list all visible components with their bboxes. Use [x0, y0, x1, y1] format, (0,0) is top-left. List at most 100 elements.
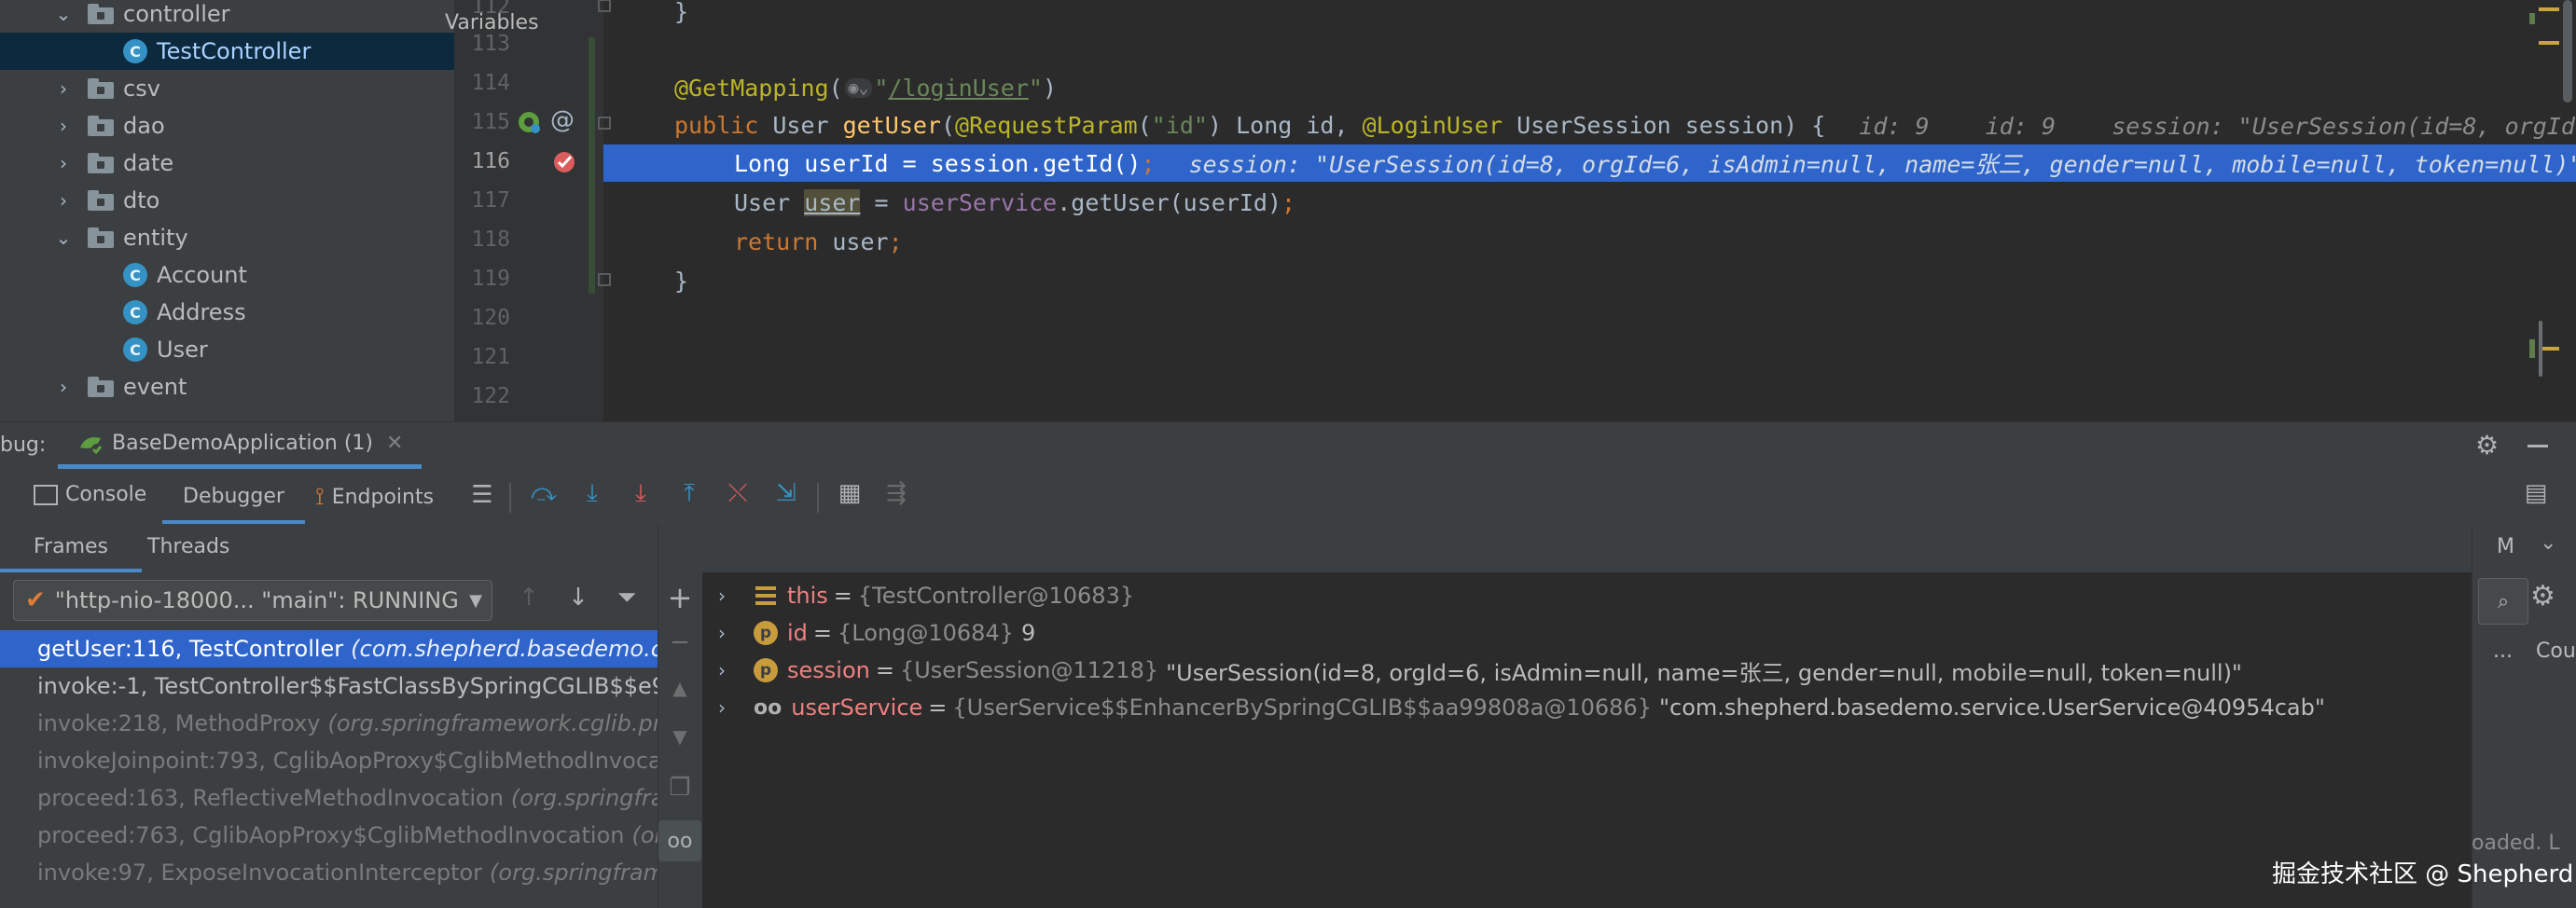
copy-icon[interactable]: ❐ [664, 774, 696, 802]
arrow-up-icon[interactable]: ↑ [515, 584, 543, 612]
code-line-116[interactable]: Long userId = session.getId(); session: "… [734, 144, 2576, 182]
url-link[interactable]: /loginUser [888, 75, 1029, 102]
code-line-115[interactable]: public User getUser(@RequestParam("id") … [674, 106, 2576, 144]
frame-row[interactable]: invokeJoinpoint:793, CglibAopProxy$Cglib… [0, 742, 658, 779]
editor-scrollbar[interactable] [2563, 0, 2572, 103]
chevron-right-icon[interactable]: › [718, 659, 737, 681]
minimize-icon[interactable] [2528, 445, 2548, 447]
tree-item-dao[interactable]: › dao [0, 107, 454, 144]
tree-item-label: controller [123, 1, 230, 27]
run-to-cursor-icon[interactable]: ⇲ [772, 479, 800, 507]
tab-console[interactable]: Console [34, 483, 146, 506]
tree-item-csv[interactable]: › csv [0, 70, 454, 107]
inline-debug-values: session: "UserSession(id=8, orgId=6, isA… [1188, 151, 2576, 178]
chevron-right-icon[interactable]: › [52, 376, 75, 398]
glasses-icon[interactable]: oo [658, 820, 701, 861]
thread-selector-value: "http-nio-18000... "main": RUNNING [54, 587, 459, 613]
inline-debug-values: id: 9 id: 9 session: "UserSession(id=8, … [1859, 113, 2576, 140]
tree-item-entity[interactable]: ⌄ entity [0, 219, 454, 256]
tree-item-controller[interactable]: ⌄ controller [0, 0, 454, 33]
tree-item-account[interactable]: C Account [0, 256, 454, 294]
code-token: ; [1281, 188, 1296, 216]
count-column-header[interactable]: Coun [2536, 640, 2576, 663]
fold-icon[interactable] [597, 116, 614, 132]
chevron-down-icon[interactable]: ⌄ [2540, 531, 2556, 555]
variable-row[interactable]: › p session = {UserSession@11218} "UserS… [718, 652, 2242, 689]
tab-endpoints[interactable]: ⟟ Endpoints [315, 483, 434, 512]
code-line-114[interactable]: @GetMapping(◉⌄ "/loginUser") [674, 69, 1057, 106]
evaluate-expression-icon[interactable]: ▦ [836, 479, 864, 507]
chevron-down-icon[interactable]: ⌄ [52, 3, 75, 25]
tab-debugger[interactable]: Debugger [162, 472, 305, 524]
code-token: .getUser(userId) [1057, 188, 1282, 216]
step-over-icon[interactable]: ⤼ [530, 479, 558, 508]
folder-icon [88, 190, 114, 211]
thread-selector[interactable]: ✔ "http-nio-18000... "main": RUNNING ▼ [13, 580, 492, 621]
code-token-string: "/loginUser" [874, 74, 1043, 102]
scrollbar-thumb[interactable] [2539, 321, 2542, 377]
frame-row[interactable]: getUser:116, TestController (com.shepherd… [0, 630, 658, 667]
frame-row[interactable]: proceed:163, ReflectiveMethodInvocation(… [0, 779, 658, 817]
filter-icon[interactable]: ⏷ [613, 584, 641, 612]
remove-watch-icon[interactable]: − [664, 628, 696, 656]
trace-icon[interactable]: ⇶ [882, 479, 910, 507]
close-icon[interactable]: ✕ [386, 432, 403, 455]
globe-icon[interactable]: ◉⌄ [844, 77, 873, 98]
fold-icon[interactable] [597, 272, 614, 289]
move-down-icon[interactable]: ▼ [664, 725, 696, 748]
fold-icon[interactable] [597, 0, 614, 15]
force-step-into-icon[interactable]: ⤓ [627, 479, 655, 508]
frame-row[interactable]: invoke:-1, TestController$$FastClassBySp… [0, 667, 658, 705]
tab-threads[interactable]: Threads [147, 535, 229, 558]
frame-row[interactable]: invoke:218, MethodProxy (org.springframew… [0, 705, 658, 742]
error-stripe-marker[interactable] [2539, 7, 2559, 11]
chevron-right-icon[interactable]: › [52, 152, 75, 174]
error-stripe-marker[interactable] [2529, 339, 2535, 358]
tree-item-address[interactable]: C Address [0, 294, 454, 331]
tree-item-event[interactable]: › event [0, 368, 454, 406]
drop-frame-icon[interactable]: ⤬ [724, 479, 752, 508]
code-line-112[interactable]: } [674, 0, 688, 30]
chevron-right-icon[interactable]: › [52, 115, 75, 137]
tree-item-user[interactable]: C User [0, 331, 454, 368]
code-line-118[interactable]: return user; [734, 223, 903, 260]
chevron-down-icon[interactable]: ⌄ [52, 227, 75, 249]
tab-frames[interactable]: Frames [0, 524, 143, 572]
chevron-right-icon[interactable]: › [52, 77, 75, 100]
loaded-status[interactable]: oaded. L [2472, 832, 2576, 855]
tab-session[interactable]: BaseDemoApplication (1) ✕ [58, 422, 422, 469]
chevron-right-icon[interactable]: › [52, 189, 75, 212]
tree-item-testcontroller[interactable]: C TestController [0, 33, 454, 70]
chevron-right-icon[interactable]: › [718, 696, 737, 719]
endpoints-icon: ⟟ [315, 483, 325, 511]
breakpoint-icon[interactable] [552, 149, 578, 175]
variable-row[interactable]: › p id = {Long@10684} 9 [718, 614, 1035, 652]
layout-icon[interactable]: ▤ [2522, 479, 2550, 507]
chevron-right-icon[interactable]: › [718, 585, 737, 607]
add-watch-icon[interactable]: + [664, 580, 696, 615]
frame-row[interactable]: proceed:763, CglibAopProxy$CglibMethodIn… [0, 817, 658, 854]
vcs-change-marker[interactable] [589, 37, 595, 294]
tree-item-date[interactable]: › date [0, 144, 454, 182]
menu-icon[interactable]: ☰ [468, 481, 496, 509]
line-number: 113 [471, 32, 510, 56]
spring-bean-icon[interactable] [517, 110, 543, 136]
tree-item-dto[interactable]: › dto [0, 182, 454, 219]
gear-icon[interactable]: ⚙ [2530, 580, 2555, 612]
error-stripe-marker[interactable] [2539, 41, 2559, 45]
gear-icon[interactable]: ⚙ [2475, 430, 2499, 461]
error-stripe-marker[interactable] [2529, 13, 2535, 24]
frame-row[interactable]: invoke:97, ExposeInvocationInterceptor (o… [0, 854, 658, 891]
code-token: ( [940, 111, 956, 139]
arrow-down-icon[interactable]: ↓ [564, 584, 592, 612]
step-out-icon[interactable]: ⤒ [675, 479, 703, 508]
code-line-119[interactable]: } [674, 262, 688, 299]
chevron-right-icon[interactable]: › [718, 622, 737, 644]
annotation-gutter-icon[interactable]: @ [550, 106, 575, 134]
code-line-117[interactable]: User user = userService .getUser(userId); [734, 184, 1295, 221]
step-into-icon[interactable]: ⤓ [578, 479, 606, 508]
variable-row[interactable]: › oo userService = {UserService$$Enhance… [718, 689, 2325, 726]
variable-row[interactable]: › this = {TestController@10683} [718, 577, 1134, 614]
move-up-icon[interactable]: ▲ [664, 677, 696, 699]
search-icon[interactable]: ⌕ [2478, 578, 2528, 625]
